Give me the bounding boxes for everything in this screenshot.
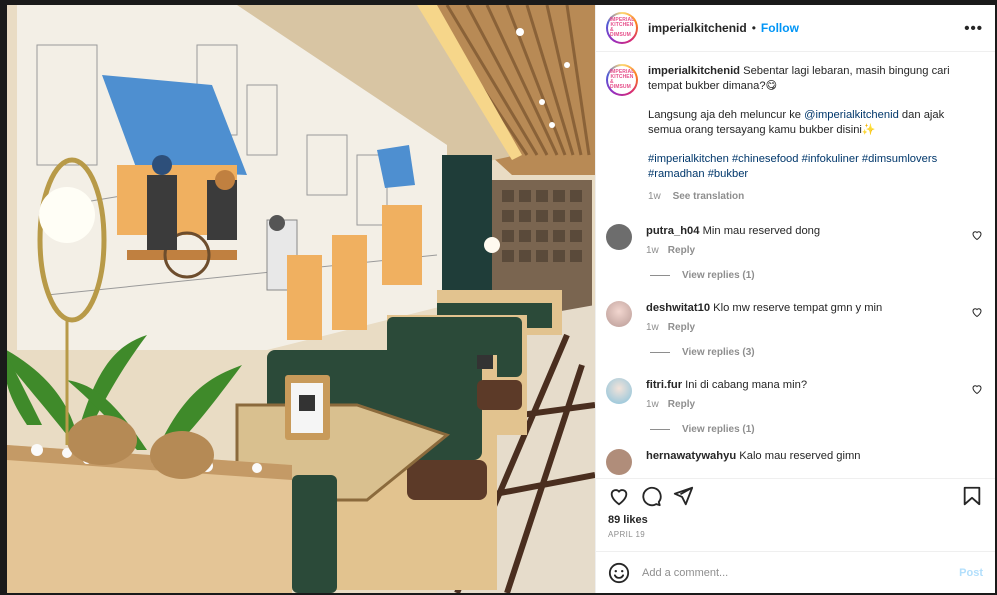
commenter-username[interactable]: fitri.fur [646, 379, 682, 391]
avatar-logo-text: & DIMSUM [610, 79, 631, 90]
comment-time: 1w [646, 245, 659, 256]
commenter-avatar[interactable] [606, 224, 632, 250]
post-button[interactable]: Post [959, 567, 983, 579]
caption-meta: 1w See translation [648, 189, 968, 204]
comment-time: 1w [646, 399, 659, 410]
post-modal: IMPERIAL KITCHEN & DIMSUM imperialkitche… [7, 5, 995, 593]
author-username[interactable]: imperialkitchenid [648, 21, 747, 35]
post-photo[interactable] [7, 5, 595, 593]
post-date[interactable]: APRIL 19 [596, 530, 995, 539]
comment-input[interactable] [642, 566, 960, 579]
comment-text: Klo mw reserve tempat gmn y min [713, 302, 883, 314]
caption-username[interactable]: imperialkitchenid [648, 65, 740, 77]
comment-item: hernawatywahyu Kalo mau reserved gimn [606, 449, 985, 475]
see-translation-button[interactable]: See translation [673, 191, 745, 202]
hashtags-link[interactable]: #imperialkitchen #chinesefood #infokulin… [648, 153, 937, 165]
view-replies-label: View replies (1) [682, 424, 755, 435]
comment-item: putra_h04 Min mau reserved dong 1w Reply [606, 224, 985, 256]
reply-button[interactable]: Reply [668, 245, 695, 256]
restaurant-interior-image [7, 5, 595, 593]
heart-icon[interactable] [971, 306, 983, 318]
heart-icon[interactable] [608, 485, 630, 507]
view-replies-button[interactable]: View replies (1) [650, 424, 985, 435]
view-replies-label: View replies (1) [682, 270, 755, 281]
commenter-username[interactable]: deshwitat10 [646, 302, 710, 314]
author-avatar[interactable]: IMPERIAL KITCHEN & DIMSUM [606, 12, 638, 44]
commenter-avatar[interactable] [606, 301, 632, 327]
commenter-avatar[interactable] [606, 449, 632, 475]
comments-list[interactable]: IMPERIAL KITCHEN & DIMSUM imperialkitche… [596, 52, 995, 478]
likes-count[interactable]: 89 likes [596, 514, 995, 526]
commenter-username[interactable]: hernawatywahyu [646, 450, 736, 462]
more-horizontal-icon[interactable]: ••• [964, 20, 983, 37]
caption-body: imperialkitchenid Sebentar lagi lebaran,… [648, 64, 968, 204]
add-comment-bar: Post [596, 551, 995, 593]
comment-text: Kalo mau reserved gimn [739, 450, 861, 462]
caption-text: Langsung aja deh meluncur ke [648, 109, 805, 121]
reply-button[interactable]: Reply [668, 399, 695, 410]
post-side-panel: IMPERIAL KITCHEN & DIMSUM imperialkitche… [595, 5, 995, 593]
avatar-logo-text: & DIMSUM [610, 27, 631, 38]
hashtags-link[interactable]: #ramadhan #bukber [648, 168, 748, 180]
mention-link[interactable]: @imperialkitchenid [804, 109, 899, 121]
bookmark-icon[interactable] [961, 485, 983, 507]
separator-dot: • [751, 21, 756, 35]
caption: IMPERIAL KITCHEN & DIMSUM imperialkitche… [606, 64, 985, 204]
caption-time: 1w [648, 191, 661, 202]
comment-item: fitri.fur Ini di cabang mana min? 1w Repl… [606, 378, 985, 410]
action-bar [596, 478, 995, 512]
comment-text: Ini di cabang mana min? [685, 379, 808, 391]
commenter-username[interactable]: putra_h04 [646, 225, 699, 237]
commenter-avatar[interactable] [606, 378, 632, 404]
heart-icon[interactable] [971, 383, 983, 395]
emoji-icon[interactable] [608, 562, 630, 584]
share-icon[interactable] [672, 485, 694, 507]
comment-text: Min mau reserved dong [702, 225, 821, 237]
follow-button[interactable]: Follow [761, 21, 799, 35]
caption-avatar[interactable]: IMPERIAL KITCHEN & DIMSUM [606, 64, 638, 96]
comment-icon[interactable] [640, 485, 662, 507]
view-replies-button[interactable]: View replies (3) [650, 347, 985, 358]
comment-item: deshwitat10 Klo mw reserve tempat gmn y … [606, 301, 985, 333]
reply-button[interactable]: Reply [668, 322, 695, 333]
view-replies-button[interactable]: View replies (1) [650, 270, 985, 281]
heart-icon[interactable] [971, 229, 983, 241]
post-header: IMPERIAL KITCHEN & DIMSUM imperialkitche… [596, 5, 995, 52]
view-replies-label: View replies (3) [682, 347, 755, 358]
comment-time: 1w [646, 322, 659, 333]
